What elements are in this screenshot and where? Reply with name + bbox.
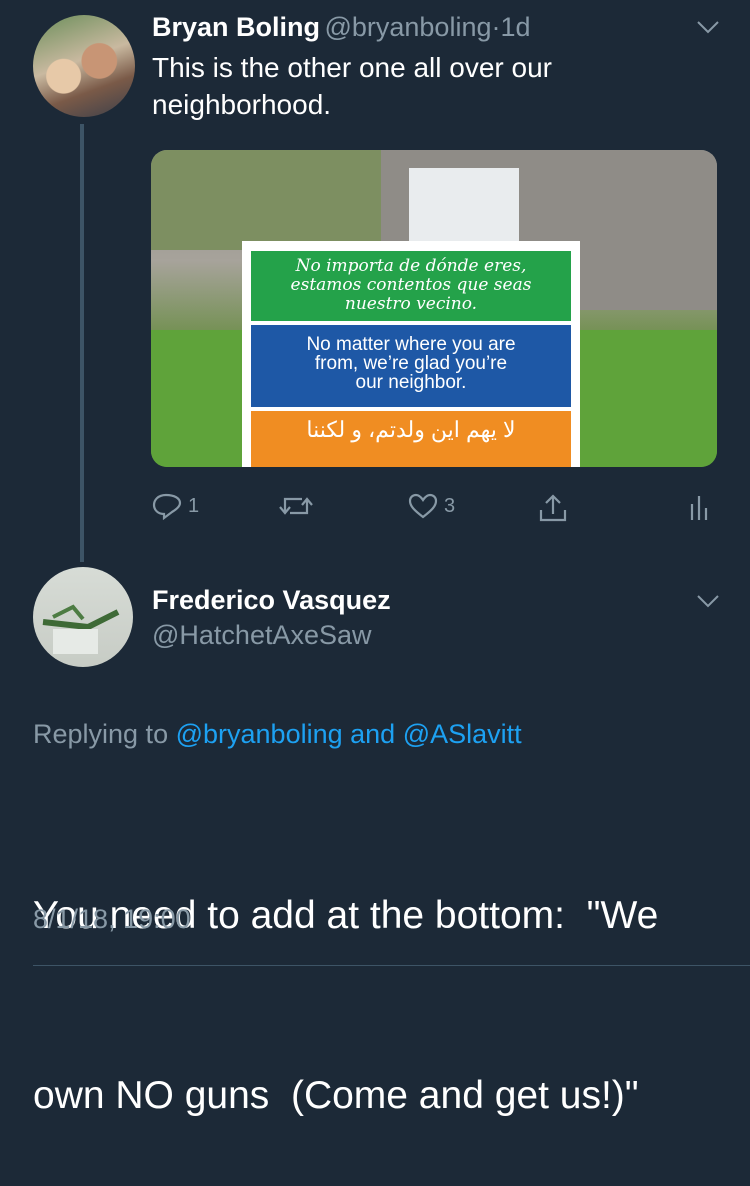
author-name[interactable]: Frederico Vasquez — [152, 585, 391, 616]
sign-spanish-line3: nuestro vecino. — [344, 294, 478, 314]
replying-prefix: Replying to — [33, 719, 169, 749]
mantis-image — [42, 604, 120, 654]
author-name[interactable]: Bryan Boling — [152, 12, 320, 42]
sign-english-line3: our neighbor. — [355, 372, 467, 393]
retweet-icon — [279, 497, 313, 515]
tree-shape — [151, 150, 381, 250]
tweet-image[interactable]: No importa de dónde eres, estamos conten… — [151, 150, 717, 467]
avatar-frederico[interactable] — [33, 567, 133, 667]
replying-and[interactable]: and — [350, 719, 395, 749]
author-handle[interactable]: @bryanboling — [324, 12, 491, 42]
sign-english-line1: No matter where you are — [306, 334, 516, 355]
sign-english-line2: from, we’re glad you’re — [314, 353, 508, 374]
sign-spanish-line1: No importa de dónde eres, — [295, 256, 527, 276]
reply-icon — [152, 493, 182, 520]
analytics-button[interactable] — [689, 492, 711, 522]
tweet1-header: Bryan Boling @bryanboling·1d — [152, 12, 531, 43]
sign-spanish-line2: estamos contentos que seas — [290, 275, 532, 295]
like-count: 3 — [444, 494, 456, 517]
sign-english-band: No matter where you are from, we’re glad… — [251, 325, 571, 407]
thread-connector — [80, 124, 84, 562]
sign-spanish-band: No importa de dónde eres, estamos conten… — [251, 251, 571, 321]
replying-user-link[interactable]: @bryanboling — [176, 719, 343, 749]
reply-button[interactable]: 1 — [152, 492, 199, 520]
sign-arabic-band: لا يهم اين ولدتم، و لكننا — [251, 411, 571, 467]
replying-to: Replying to @bryanboling and @ASlavitt — [33, 719, 522, 750]
house-window — [409, 168, 519, 246]
like-button[interactable]: 3 — [408, 492, 455, 520]
chevron-down-icon[interactable] — [696, 592, 720, 615]
author-handle[interactable]: @HatchetAxeSaw — [152, 620, 372, 651]
tweet1-text: This is the other one all over our neigh… — [152, 49, 552, 123]
avatar-bryan[interactable] — [33, 15, 135, 117]
divider — [33, 965, 750, 966]
yard-sign: No importa de dónde eres, estamos conten… — [242, 241, 580, 467]
share-button[interactable] — [538, 492, 568, 524]
sign-arabic-line: لا يهم اين ولدتم، و لكننا — [306, 417, 516, 442]
tweet-actions: 1 3 — [152, 486, 712, 532]
tweet-time[interactable]: 1d — [500, 12, 530, 42]
reply-count: 1 — [188, 494, 200, 517]
tweet1-text-line1: This is the other one all over our — [152, 52, 552, 83]
chevron-down-icon[interactable] — [696, 18, 720, 41]
heart-icon — [408, 493, 438, 519]
replying-user-link[interactable]: @ASlavitt — [403, 719, 522, 749]
tweet2-text-line2: own NO guns (Come and get us!)" — [33, 1074, 639, 1117]
tweet1-text-line2: neighborhood. — [152, 89, 332, 120]
tweet-timestamp[interactable]: 8/1/18, 19:00 — [33, 904, 191, 935]
analytics-icon — [690, 496, 708, 520]
share-icon — [539, 494, 567, 522]
retweet-button[interactable] — [278, 492, 314, 520]
tweet2-text: You need to add at the bottom: "We own N… — [33, 766, 658, 1186]
